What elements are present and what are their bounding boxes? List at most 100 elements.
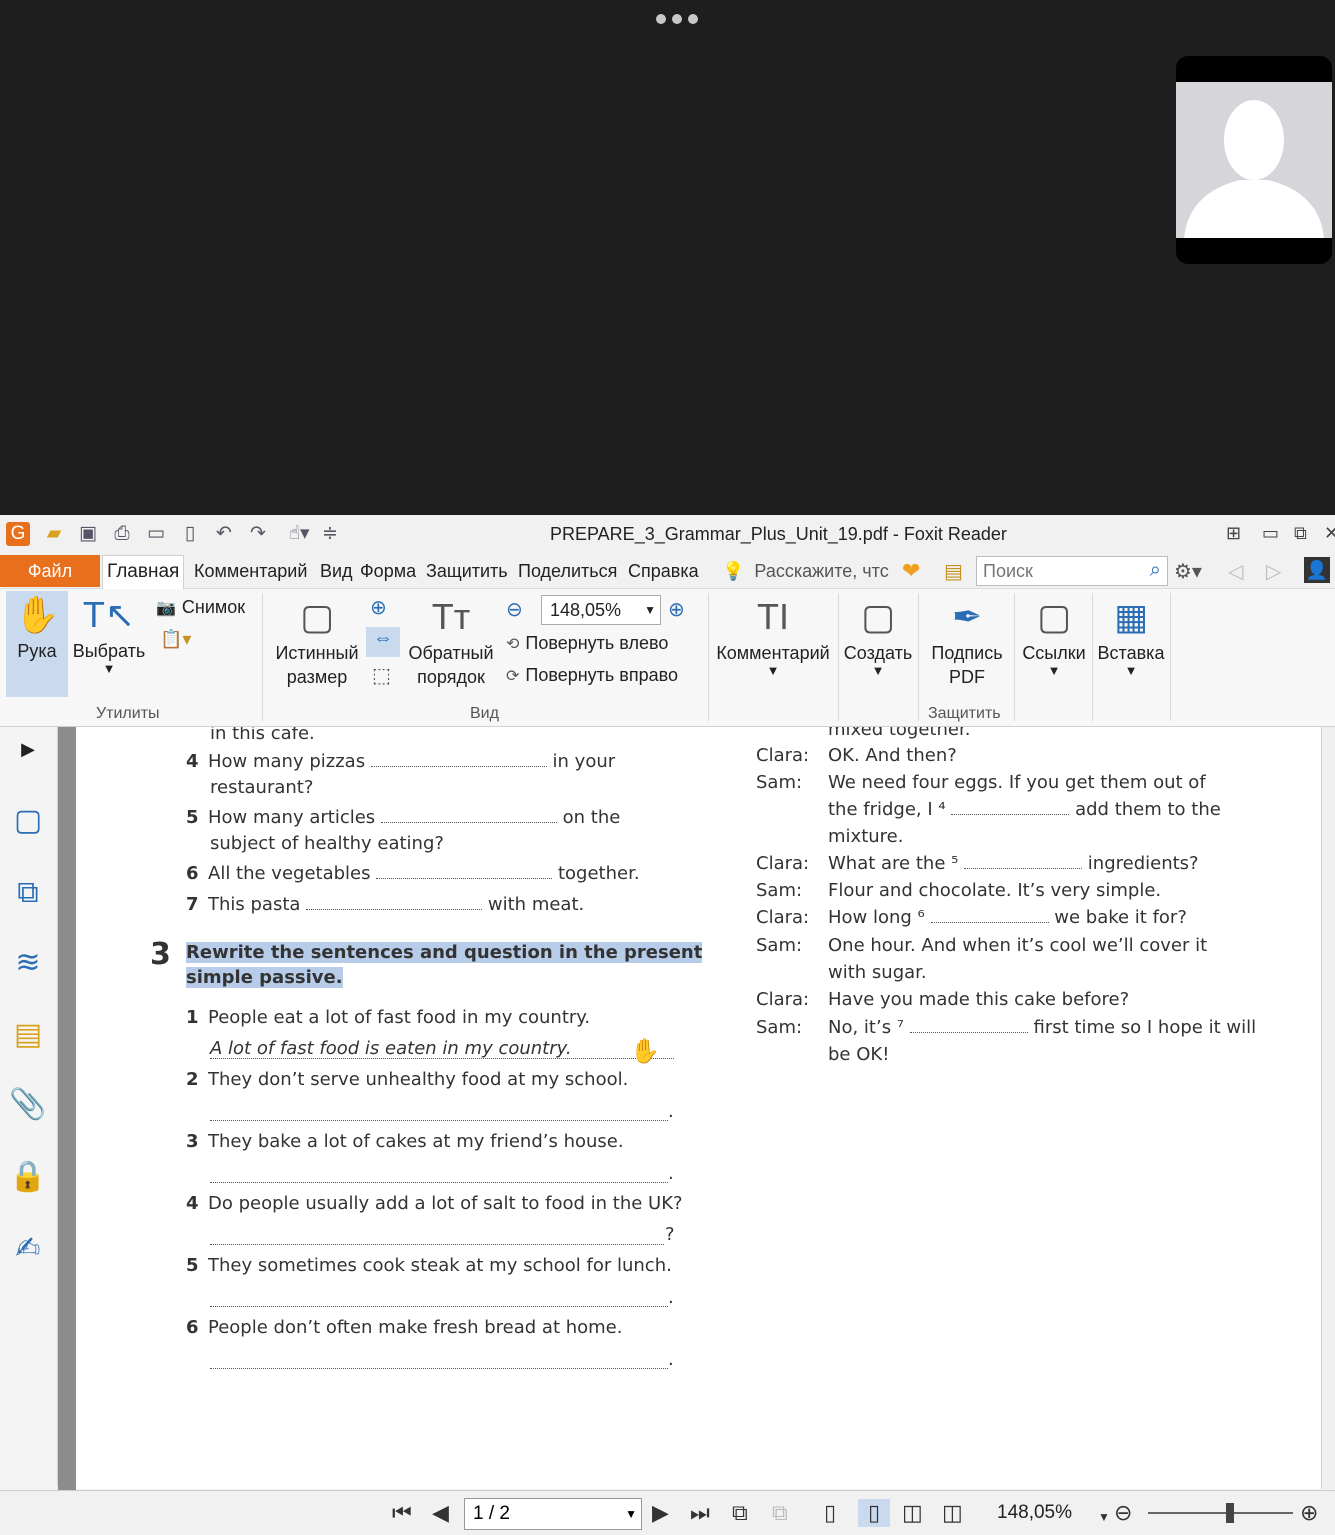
continuous-page-icon[interactable]: ▯ (858, 1499, 890, 1527)
reverse-order-button[interactable]: Tт Обратный порядок (406, 593, 496, 689)
ribbon-display-icon[interactable]: ⊞ (1226, 523, 1241, 544)
redo-icon[interactable]: ↷ (246, 522, 270, 546)
first-page-icon[interactable]: ⏮ (392, 1499, 412, 1527)
create-button[interactable]: ▢ Создать ▼ (842, 593, 914, 677)
restore-icon[interactable]: ⧉ (1294, 523, 1307, 544)
nav-back-icon[interactable]: ◁ (1228, 559, 1243, 584)
answer-blank[interactable] (376, 865, 553, 879)
rotate-right-button[interactable]: ⟳ Повернуть вправо (506, 665, 678, 686)
text-fragment: mixed together. (828, 727, 971, 740)
tab-share[interactable]: Поделиться (518, 561, 617, 582)
settings-gear-icon[interactable]: ⚙▾ (1174, 559, 1202, 584)
folder-search-icon[interactable]: ▤ (944, 559, 963, 584)
tab-home[interactable]: Главная (102, 555, 185, 589)
fit-page-icon[interactable]: ⊕ (370, 595, 387, 620)
signature-panel-icon[interactable]: ✍ (8, 1229, 48, 1269)
answer-blank[interactable] (930, 909, 1049, 923)
zoom-select[interactable]: 148,05% ▼ (541, 595, 661, 625)
layers-icon[interactable]: ≋ (8, 943, 48, 983)
section-heading[interactable]: simple passive. (186, 967, 343, 988)
pdf-page[interactable]: in this cafe. 4 How many pizzas in your r… (76, 727, 1321, 1489)
answer-blank[interactable] (964, 855, 1083, 869)
continuous-facing-icon[interactable]: ◫ (942, 1499, 963, 1527)
status-zoom-value[interactable]: 148,05% (997, 1502, 1072, 1524)
comment-button[interactable]: TI Комментарий ▼ (714, 593, 832, 677)
undo-icon[interactable]: ↶ (212, 522, 236, 546)
more-dots-icon[interactable] (656, 14, 698, 24)
bookmark-icon[interactable]: ▢ (8, 801, 48, 841)
answer-line[interactable] (210, 1243, 664, 1245)
fit-visible-icon[interactable]: ⬚ (372, 663, 391, 688)
minimize-icon[interactable]: ▭ (1262, 523, 1279, 544)
fit-width-icon[interactable]: ⇔ (366, 627, 400, 657)
actual-size-button[interactable]: ▢ Истинный размер (272, 593, 362, 689)
zoom-out-icon[interactable]: ⊖ (506, 597, 523, 622)
close-icon[interactable]: ✕ (1324, 523, 1335, 544)
attachments-icon[interactable]: 📎 (8, 1085, 48, 1125)
save-icon[interactable]: ▣ (76, 522, 100, 546)
answer-line[interactable] (210, 1057, 674, 1059)
snapshot-button[interactable]: 📷 Снимок (156, 597, 245, 618)
vertical-scrollbar[interactable] (1321, 727, 1335, 1489)
answer-blank[interactable] (370, 753, 547, 767)
tab-help[interactable]: Справка (628, 561, 699, 582)
zoom-in-icon[interactable]: ⊕ (668, 597, 685, 622)
previous-page-icon[interactable]: ◀ (432, 1499, 449, 1527)
security-lock-icon[interactable]: 🔒 (8, 1157, 48, 1197)
participant-tile[interactable] (1176, 56, 1332, 264)
select-tool-button[interactable]: T↖ Выбрать ▼ (70, 591, 148, 675)
section-heading[interactable]: Rewrite the sentences and question in th… (186, 942, 703, 963)
sign-pdf-button[interactable]: ✒ Подпись PDF (926, 593, 1008, 689)
answer-blank[interactable] (951, 801, 1070, 815)
last-page-icon[interactable]: ⏭ (690, 1499, 710, 1527)
hand-tool-quick-icon[interactable]: ☝▾ (282, 522, 316, 546)
pages-icon[interactable]: ⧉ (8, 873, 48, 913)
zoom-in-circle-icon[interactable]: ⊕ (1300, 1499, 1318, 1527)
print-icon[interactable]: ⎙ (110, 522, 134, 546)
tell-me-box[interactable]: 💡 Расскажите, чтс (722, 561, 889, 582)
search-input[interactable] (977, 557, 1127, 585)
previous-view-icon[interactable]: ⧉ (732, 1499, 748, 1527)
answer-line[interactable] (210, 1367, 668, 1369)
nav-forward-icon[interactable]: ▷ (1266, 559, 1281, 584)
new-doc-icon[interactable]: ▯ (178, 522, 202, 546)
links-button[interactable]: ▢ Ссылки ▼ (1018, 593, 1090, 677)
answer-blank[interactable] (380, 809, 557, 823)
clipboard-button[interactable]: 📋▾ (160, 629, 191, 650)
search-icon[interactable]: ⌕ (1150, 559, 1161, 582)
answer-blank[interactable] (909, 1019, 1028, 1033)
answer-line[interactable] (210, 1305, 668, 1307)
zoom-slider[interactable] (1148, 1503, 1293, 1523)
next-view-icon[interactable]: ⧉ (772, 1499, 788, 1527)
customize-chevron-icon[interactable]: ≑ (318, 522, 342, 546)
next-page-icon[interactable]: ▶ (652, 1499, 669, 1527)
expand-panel-icon[interactable]: ▶ (8, 729, 48, 769)
tab-view[interactable]: Вид (320, 561, 353, 582)
heart-icon[interactable]: ❤ (902, 558, 920, 584)
zoom-dropdown-icon[interactable]: ▼ (1098, 1503, 1110, 1531)
search-field[interactable]: ⌕ (976, 556, 1168, 586)
comments-icon[interactable]: ▤ (8, 1015, 48, 1055)
tab-comment[interactable]: Комментарий (194, 561, 307, 582)
exercise-item: 5 They sometimes cook steak at my school … (186, 1255, 672, 1276)
single-page-icon[interactable]: ▯ (824, 1499, 836, 1527)
tab-form[interactable]: Форма (360, 561, 416, 582)
status-bar: ⏮ ◀ 1 / 2 ▼ ▶ ⏭ ⧉ ⧉ ▯ ▯ ◫ ◫ 148,05% ▼ ⊖ ⊕ (0, 1490, 1335, 1535)
scan-icon[interactable]: ▭ (144, 522, 168, 546)
rotate-left-button[interactable]: ⟲ Повернуть влево (506, 633, 668, 654)
tab-protect[interactable]: Защитить (426, 561, 508, 582)
hand-tool-button[interactable]: ✋ Рука (6, 591, 68, 697)
page-number-select[interactable]: 1 / 2 ▼ (464, 1498, 642, 1530)
answer-blank[interactable] (306, 896, 483, 910)
facing-pages-icon[interactable]: ◫ (902, 1499, 923, 1527)
insert-button[interactable]: ▦ Вставка ▼ (1094, 593, 1168, 677)
user-account-icon[interactable]: 👤 (1304, 557, 1330, 583)
zoom-slider-thumb[interactable] (1226, 1503, 1234, 1523)
item-number: 5 (186, 807, 199, 828)
select-label: Выбрать (72, 641, 146, 661)
answer-line[interactable] (210, 1181, 668, 1183)
file-tab[interactable]: Файл (0, 555, 100, 587)
open-icon[interactable]: ▰ (42, 522, 66, 546)
zoom-out-circle-icon[interactable]: ⊖ (1114, 1499, 1132, 1527)
answer-line[interactable] (210, 1119, 668, 1121)
